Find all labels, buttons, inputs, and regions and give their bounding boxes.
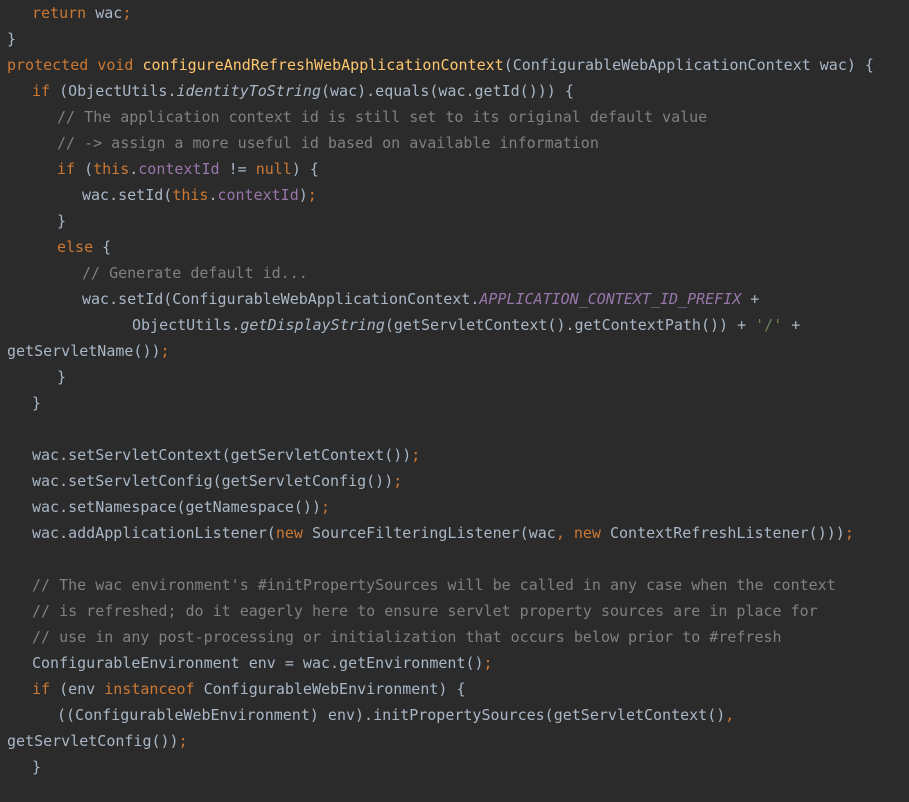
- code-token: new: [573, 524, 610, 542]
- code-token: null: [255, 160, 292, 178]
- code-token: contextId: [217, 186, 299, 204]
- code-token: ;: [320, 498, 331, 516]
- code-line: }: [57, 364, 66, 390]
- code-token: // use in any post-processing or initial…: [32, 628, 782, 646]
- code-line: }: [7, 26, 16, 52]
- code-token: wac.setId(: [82, 186, 173, 204]
- code-line: // The wac environment's #initPropertySo…: [32, 572, 836, 598]
- code-line: // is refreshed; do it eagerly here to e…: [32, 598, 818, 624]
- code-line: }: [32, 390, 41, 416]
- code-token: if: [57, 160, 85, 178]
- code-token: ConfigurableEnvironment env = wac.getEnv…: [32, 654, 484, 672]
- code-token: this: [93, 160, 130, 178]
- code-token: (: [84, 160, 94, 178]
- code-line: if (this.contextId != null) {: [57, 156, 319, 182]
- code-line: protected void configureAndRefreshWebApp…: [7, 52, 874, 78]
- code-token: SourceFilteringListener(wac: [311, 524, 556, 542]
- code-token: ;: [483, 654, 493, 672]
- code-line: wac.setNamespace(getNamespace());: [32, 494, 330, 520]
- code-line: wac.addApplicationListener(new SourceFil…: [32, 520, 854, 546]
- code-token: }: [57, 212, 67, 230]
- code-line: if (env instanceof ConfigurableWebEnviro…: [32, 676, 466, 702]
- code-token: (ObjectUtils.: [59, 82, 177, 100]
- code-token: !=: [219, 160, 256, 178]
- code-line: wac.setId(this.contextId);: [82, 182, 317, 208]
- code-token: contextId: [138, 160, 220, 178]
- code-line: wac.setServletConfig(getServletConfig())…: [32, 468, 402, 494]
- code-token: }: [7, 30, 17, 48]
- code-token: ) {: [291, 160, 319, 178]
- code-token: .: [129, 160, 139, 178]
- code-token: +: [741, 290, 760, 308]
- code-line: getServletConfig());: [7, 728, 188, 754]
- code-token: ;: [844, 524, 854, 542]
- code-token: }: [57, 368, 67, 386]
- code-token: else: [57, 238, 103, 256]
- code-line: // Generate default id...: [82, 260, 308, 286]
- code-line: // The application context id is still s…: [57, 104, 707, 130]
- code-token: }: [32, 758, 42, 776]
- code-token: wac.setServletContext(getServletContext(…: [32, 446, 412, 464]
- code-line: ObjectUtils.getDisplayString(getServletC…: [132, 312, 800, 338]
- code-token: if: [32, 82, 60, 100]
- code-line: wac.setId(ConfigurableWebApplicationCont…: [82, 286, 759, 312]
- code-token: identityToString: [176, 82, 322, 100]
- code-line: if (ObjectUtils.identityToString(wac).eq…: [32, 78, 574, 104]
- code-token: protected void: [7, 56, 143, 74]
- code-line: wac.setServletContext(getServletContext(…: [32, 442, 420, 468]
- code-token: // Generate default id...: [82, 264, 308, 282]
- code-token: ;: [411, 446, 421, 464]
- code-token: ContextRefreshListener())): [610, 524, 845, 542]
- code-token: (wac).equals(wac.getId())) {: [321, 82, 574, 100]
- code-token: {: [102, 238, 112, 256]
- code-token: // The application context id is still s…: [57, 108, 708, 126]
- code-line: return wac;: [32, 0, 131, 26]
- code-token: ;: [307, 186, 317, 204]
- code-token: ObjectUtils.: [132, 316, 241, 334]
- code-token: getDisplayString: [240, 316, 385, 334]
- code-token: this: [172, 186, 209, 204]
- code-line: ((ConfigurableWebEnvironment) env).initP…: [57, 702, 734, 728]
- code-token: APPLICATION_CONTEXT_ID_PREFIX: [479, 290, 742, 308]
- code-token: // -> assign a more useful id based on a…: [57, 134, 599, 152]
- code-token: ;: [178, 732, 188, 750]
- code-line: ConfigurableEnvironment env = wac.getEnv…: [32, 650, 493, 676]
- code-token: wac.setNamespace(getNamespace()): [32, 498, 321, 516]
- code-line: }: [57, 208, 66, 234]
- code-token: getServletName()): [7, 342, 161, 360]
- code-token: instanceof: [104, 680, 204, 698]
- code-line: // -> assign a more useful id based on a…: [57, 130, 599, 156]
- code-token: wac.setId(ConfigurableWebApplicationCont…: [82, 290, 480, 308]
- code-token: getServletConfig()): [7, 732, 179, 750]
- code-token: ;: [160, 342, 170, 360]
- code-token: ((ConfigurableWebEnvironment) env).initP…: [57, 706, 726, 724]
- code-token: new: [275, 524, 312, 542]
- code-token: wac.setServletConfig(getServletConfig()): [32, 472, 394, 490]
- code-line: else {: [57, 234, 111, 260]
- code-token: +: [782, 316, 801, 334]
- code-token: return: [32, 4, 87, 22]
- code-token: (getServletContext().getContextPath()) +: [384, 316, 756, 334]
- code-token: '/': [755, 316, 783, 334]
- code-editor[interactable]: return wac;} protected void configureAndR…: [0, 0, 909, 802]
- code-token: wac.addApplicationListener(: [32, 524, 276, 542]
- code-token: ;: [122, 4, 132, 22]
- code-token: if: [32, 680, 60, 698]
- code-token: ConfigurableWebEnvironment) {: [203, 680, 466, 698]
- code-token: configureAndRefreshWebApplicationContext: [142, 56, 504, 74]
- code-line: }: [32, 754, 41, 780]
- code-token: (ConfigurableWebApplicationContext wac) …: [503, 56, 874, 74]
- code-token: // is refreshed; do it eagerly here to e…: [32, 602, 818, 620]
- code-token: ,: [725, 706, 735, 724]
- code-token: (env: [59, 680, 105, 698]
- code-token: wac: [86, 4, 123, 22]
- code-line: // use in any post-processing or initial…: [32, 624, 782, 650]
- code-line: getServletName());: [7, 338, 170, 364]
- code-token: ,: [555, 524, 574, 542]
- code-token: ): [298, 186, 308, 204]
- code-token: ;: [393, 472, 403, 490]
- code-token: // The wac environment's #initPropertySo…: [32, 576, 836, 594]
- code-token: }: [32, 394, 42, 412]
